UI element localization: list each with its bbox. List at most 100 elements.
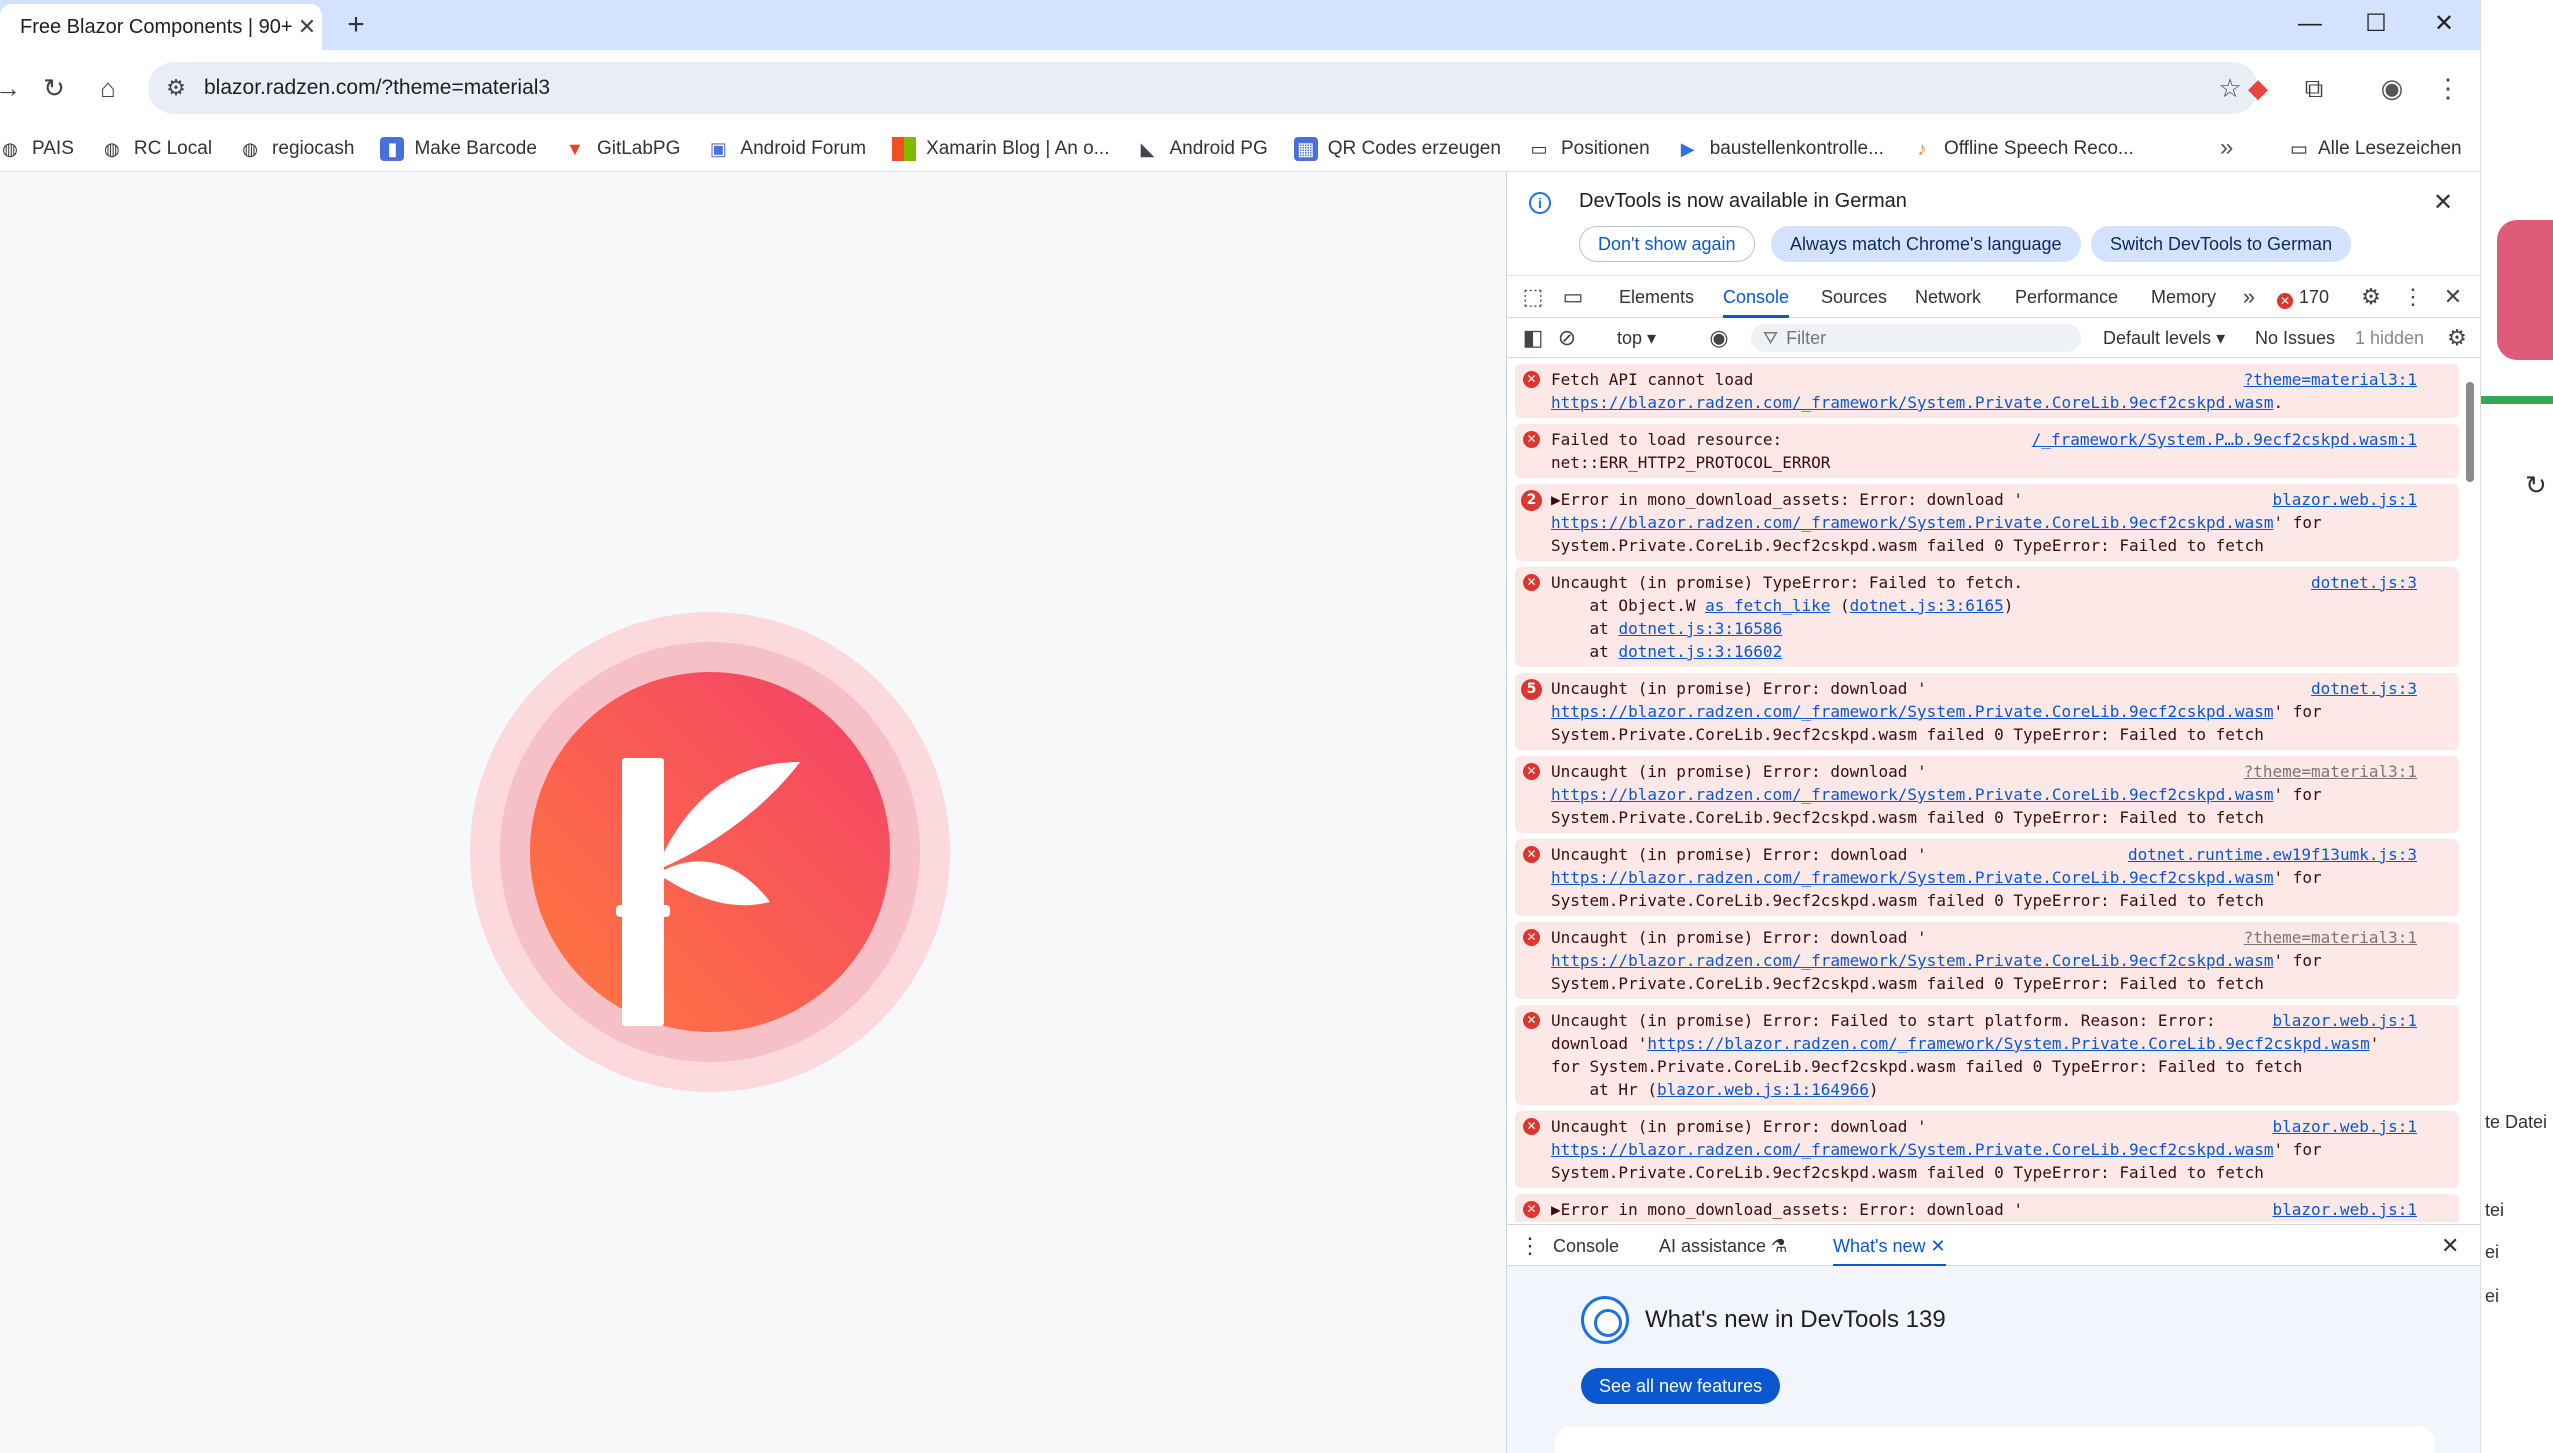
source-link[interactable]: blazor.web.js:1:164966 bbox=[1657, 1080, 1869, 1099]
message-source-link[interactable]: ?theme=material3:1 bbox=[2244, 926, 2417, 949]
tab-close-icon[interactable]: ✕ bbox=[292, 14, 322, 40]
close-drawer-icon[interactable]: ✕ bbox=[2441, 1225, 2459, 1267]
browser-tab[interactable]: Free Blazor Components | 90+ U ✕ bbox=[0, 4, 322, 50]
source-link[interactable]: https://blazor.radzen.com/_framework/Sys… bbox=[1551, 393, 2273, 412]
tab-network[interactable]: Network bbox=[1915, 276, 1981, 318]
message-source-link[interactable]: blazor.web.js:1 bbox=[2273, 1198, 2418, 1221]
message-source-link[interactable]: blazor.web.js:1 bbox=[2273, 1009, 2418, 1032]
message-source-link[interactable]: blazor.web.js:1 bbox=[2273, 1115, 2418, 1138]
source-link[interactable]: as fetch_like bbox=[1705, 596, 1830, 615]
tab-sources[interactable]: Sources bbox=[1821, 276, 1887, 318]
console-error-message[interactable]: ✕ Uncaught (in promise) Error: download '… bbox=[1515, 756, 2459, 833]
bookmark-rc-local[interactable]: ◍ RC Local bbox=[100, 137, 212, 161]
maximize-icon[interactable]: ☐ bbox=[2346, 6, 2406, 42]
dont-show-again-button[interactable]: Don't show again bbox=[1579, 226, 1755, 262]
bookmark-android-forum[interactable]: ▣ Android Forum bbox=[706, 137, 866, 161]
device-toolbar-icon[interactable]: ▭ bbox=[1553, 276, 1593, 318]
console-error-message[interactable]: ✕ Uncaught (in promise) TypeError: Failed… bbox=[1515, 567, 2459, 667]
context-selector[interactable]: top ▾ bbox=[1617, 318, 1656, 358]
tab-elements[interactable]: Elements bbox=[1619, 276, 1694, 318]
all-bookmarks-button[interactable]: ▭ Alle Lesezeichen bbox=[2290, 126, 2462, 172]
bookmark-baustellenkontrolle[interactable]: ▶ baustellenkontrolle... bbox=[1676, 137, 1884, 161]
live-expression-eye-icon[interactable]: ◉ bbox=[1701, 318, 1737, 358]
address-bar[interactable]: ⚙ blazor.radzen.com/?theme=material3 ☆ bbox=[148, 62, 2258, 114]
scrollbar-thumb[interactable] bbox=[2466, 382, 2474, 482]
message-source-link[interactable]: ?theme=material3:1 bbox=[2244, 368, 2417, 391]
reload-icon[interactable]: ↻ bbox=[36, 70, 72, 106]
source-link[interactable]: dotnet.js:3:16586 bbox=[1618, 619, 1782, 638]
bookmark-offline-speech[interactable]: ♪ Offline Speech Reco... bbox=[1910, 137, 2133, 161]
bookmark-xamarin-blog[interactable]: Xamarin Blog | An o... bbox=[892, 136, 1110, 161]
drawer-tab-ai-assistance[interactable]: AI assistance ⚗ bbox=[1659, 1225, 1787, 1267]
close-window-icon[interactable]: ✕ bbox=[2414, 6, 2474, 42]
settings-gear-icon[interactable]: ⚙ bbox=[2351, 276, 2391, 318]
drawer-tab-console[interactable]: Console bbox=[1553, 1225, 1619, 1267]
see-all-features-button[interactable]: See all new features bbox=[1581, 1368, 1781, 1404]
drawer-tab-whats-new[interactable]: What's new ✕ bbox=[1833, 1225, 1946, 1267]
puzzle-icon[interactable]: ⧉ bbox=[2294, 68, 2334, 108]
url-text[interactable]: blazor.radzen.com/?theme=material3 bbox=[204, 76, 2202, 100]
minimize-icon[interactable]: — bbox=[2280, 6, 2340, 42]
message-source-link[interactable]: dotnet.runtime.ew19f13umk.js:3 bbox=[2128, 843, 2417, 866]
bookmark-pais[interactable]: ◍ PAIS bbox=[0, 137, 74, 161]
new-tab-icon[interactable]: + bbox=[336, 6, 376, 46]
refresh-icon[interactable]: ↻ bbox=[2525, 470, 2547, 501]
console-messages[interactable]: ✕ Fetch API cannot load https://blazor.rad… bbox=[1507, 358, 2467, 1222]
source-link[interactable]: https://blazor.radzen.com/_framework/Sys… bbox=[1551, 513, 2273, 532]
close-devtools-icon[interactable]: ✕ bbox=[2433, 276, 2473, 318]
source-link[interactable]: https://blazor.radzen.com/_framework/Sys… bbox=[1551, 868, 2273, 887]
source-link[interactable]: dotnet.js:3:6165 bbox=[1850, 596, 2004, 615]
tab-console[interactable]: Console bbox=[1723, 276, 1790, 318]
source-link[interactable]: https://blazor.radzen.com/_framework/Sys… bbox=[1551, 702, 2273, 721]
message-source-link[interactable]: blazor.web.js:1 bbox=[2273, 488, 2418, 511]
console-error-message[interactable]: ✕ Uncaught (in promise) Error: download '… bbox=[1515, 839, 2459, 916]
console-filter[interactable]: ⛛ bbox=[1751, 324, 2081, 352]
issues-counter[interactable]: No Issues bbox=[2255, 318, 2335, 358]
source-link[interactable]: https://blazor.radzen.com/_framework/Sys… bbox=[1551, 951, 2273, 970]
console-scrollbar[interactable] bbox=[2463, 362, 2477, 1222]
clear-console-icon[interactable]: ⊘ bbox=[1549, 318, 1585, 358]
always-match-language-button[interactable]: Always match Chrome's language bbox=[1771, 226, 2081, 262]
message-source-link[interactable]: /_framework/System.P…b.9ecf2cskpd.wasm:1 bbox=[2032, 428, 2417, 451]
tab-memory[interactable]: Memory bbox=[2151, 276, 2216, 318]
close-tab-icon[interactable]: ✕ bbox=[1931, 1236, 1946, 1256]
console-error-message[interactable]: ✕ Uncaught (in promise) Error: Failed to … bbox=[1515, 1005, 2459, 1105]
bookmark-regiocash[interactable]: ◍ regiocash bbox=[238, 137, 354, 161]
error-counter[interactable]: ✕ 170 bbox=[2277, 276, 2329, 318]
home-icon[interactable]: ⌂ bbox=[90, 70, 126, 106]
profile-avatar-icon[interactable]: ◉ bbox=[2372, 68, 2412, 108]
infobar-close-icon[interactable]: ✕ bbox=[2433, 188, 2453, 217]
more-tabs-icon[interactable]: » bbox=[2229, 276, 2269, 318]
console-error-message[interactable]: 5 Uncaught (in promise) Error: download '… bbox=[1515, 673, 2459, 750]
console-error-message[interactable]: ✕ Uncaught (in promise) Error: download '… bbox=[1515, 922, 2459, 999]
bookmarks-overflow-icon[interactable]: » bbox=[2220, 134, 2233, 162]
console-error-message[interactable]: ✕ Fetch API cannot load https://blazor.rad… bbox=[1515, 364, 2459, 418]
devtools-menu-icon[interactable]: ⋮ bbox=[2393, 276, 2433, 318]
message-source-link[interactable]: ?theme=material3:1 bbox=[2244, 760, 2417, 783]
source-link[interactable]: https://blazor.radzen.com/_framework/Sys… bbox=[1551, 1140, 2273, 1159]
source-link[interactable]: dotnet.js:3:16602 bbox=[1618, 642, 1782, 661]
bookmark-make-barcode[interactable]: ▮ Make Barcode bbox=[380, 136, 537, 161]
console-error-message[interactable]: ✕ Failed to load resource: net::ERR_HTTP2_… bbox=[1515, 424, 2459, 478]
menu-dots-icon[interactable]: ⋮ bbox=[2428, 68, 2468, 108]
tab-performance[interactable]: Performance bbox=[2015, 276, 2118, 318]
message-source-link[interactable]: dotnet.js:3 bbox=[2311, 677, 2417, 700]
switch-to-german-button[interactable]: Switch DevTools to German bbox=[2091, 226, 2352, 262]
bookmark-android-pg[interactable]: ◣ Android PG bbox=[1136, 137, 1268, 161]
console-settings-icon[interactable]: ⚙ bbox=[2439, 318, 2475, 358]
drawer-menu-icon[interactable]: ⋮ bbox=[1519, 1225, 1541, 1267]
sidebar-toggle-icon[interactable]: ◧ bbox=[1515, 318, 1551, 358]
inspect-element-icon[interactable]: ⬚ bbox=[1513, 276, 1553, 318]
bookmark-qr-codes[interactable]: ▦ QR Codes erzeugen bbox=[1293, 136, 1501, 161]
console-error-message[interactable]: ✕ Uncaught (in promise) Error: download '… bbox=[1515, 1111, 2459, 1188]
extension-icon[interactable]: ◆ bbox=[2238, 68, 2278, 108]
message-source-link[interactable]: dotnet.js:3 bbox=[2311, 571, 2417, 594]
console-error-message[interactable]: ✕ ▶Error in mono_download_assets: Error: … bbox=[1515, 1194, 2459, 1222]
source-link[interactable]: https://blazor.radzen.com/_framework/Sys… bbox=[1647, 1034, 2369, 1053]
site-settings-icon[interactable]: ⚙ bbox=[148, 75, 204, 101]
forward-icon[interactable]: → bbox=[0, 70, 26, 106]
source-link[interactable]: https://blazor.radzen.com/_framework/Sys… bbox=[1551, 785, 2273, 804]
bookmark-gitlabpg[interactable]: ▼ GitLabPG bbox=[563, 137, 680, 161]
console-error-message[interactable]: 2 ▶Error in mono_download_assets: Error: … bbox=[1515, 484, 2459, 561]
log-levels-dropdown[interactable]: Default levels ▾ bbox=[2103, 318, 2225, 358]
